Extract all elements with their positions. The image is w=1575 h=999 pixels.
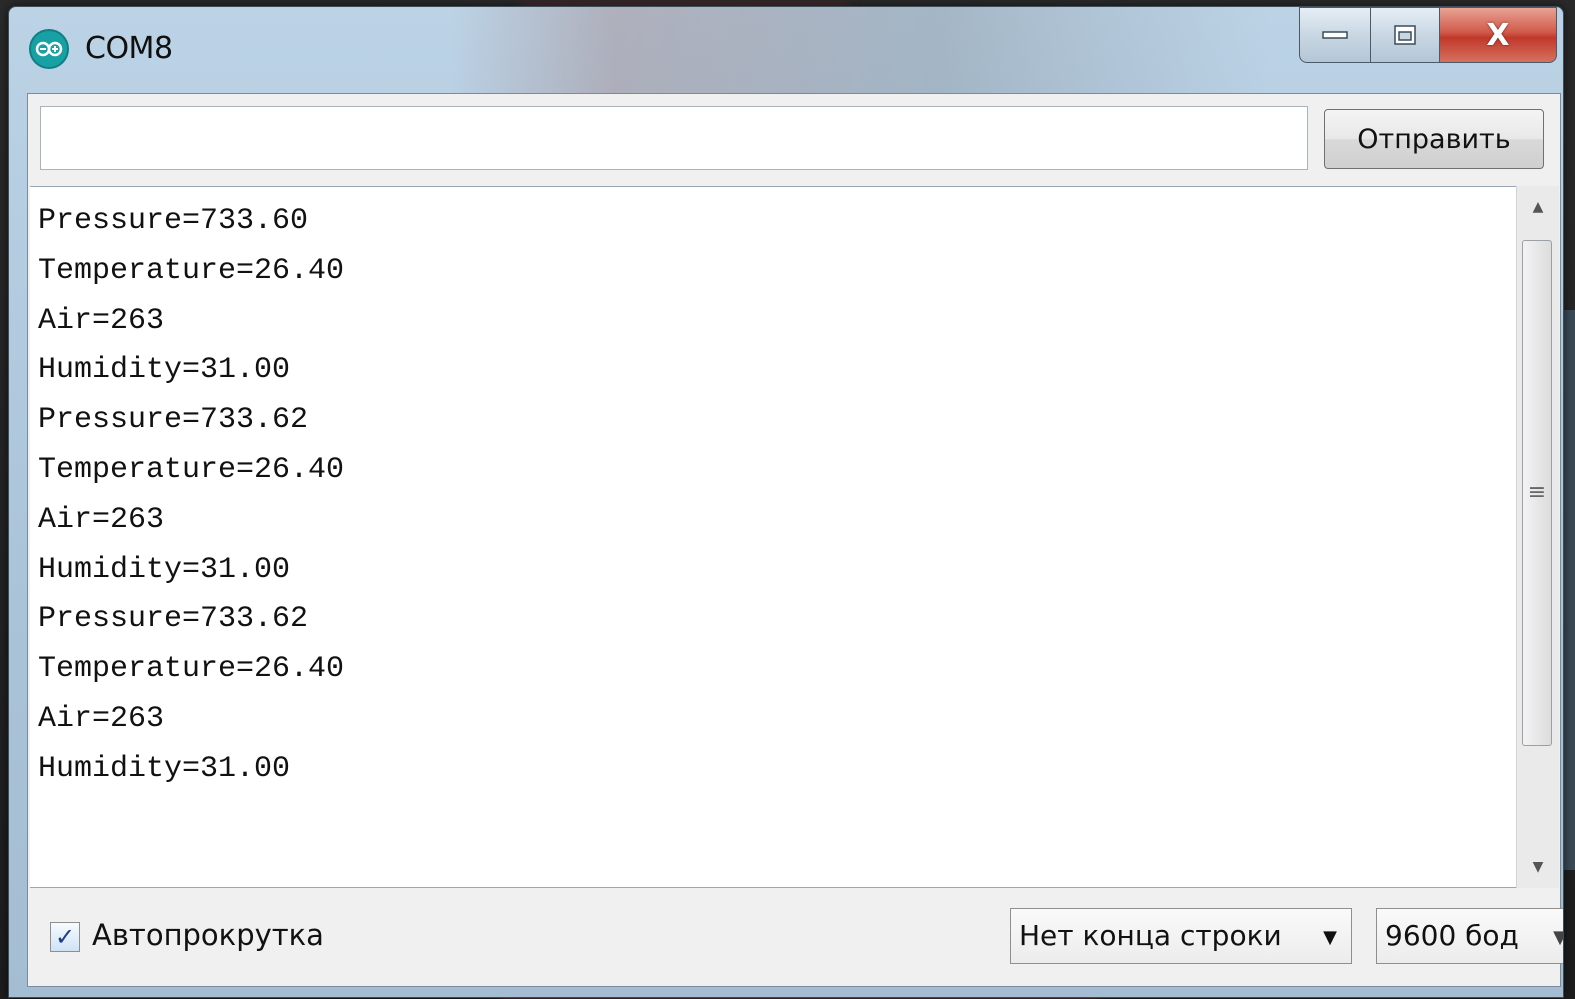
scroll-down-arrow-icon[interactable]: ▼ (1517, 846, 1559, 888)
close-icon: X (1486, 17, 1510, 53)
output-line: Pressure=733.60 (38, 204, 309, 238)
serial-monitor-window: COM8 X Отправить Pressure=733.60 Tempera… (8, 6, 1564, 998)
serial-monitor-footer: ✓ Автопрокрутка Нет конца строки ▼ 9600 … (28, 890, 1563, 984)
output-line: Temperature=26.40 (38, 652, 345, 687)
maximize-icon (1394, 25, 1416, 45)
output-line: Humidity=31.00 (38, 552, 291, 587)
output-line: Temperature=26.40 (38, 253, 345, 288)
baud-rate-value: 9600 бод (1385, 919, 1519, 952)
desktop-background-edge (1563, 310, 1575, 870)
output-line: Humidity=31.00 (38, 751, 291, 786)
vertical-scrollbar[interactable]: ▲ ≡ ▼ (1516, 186, 1559, 888)
checkmark-icon: ✓ (54, 923, 76, 951)
line-ending-value: Нет конца строки (1019, 919, 1282, 952)
output-line: Air=263 (38, 502, 165, 537)
output-line: Humidity=31.00 (38, 353, 291, 388)
scroll-up-arrow-icon[interactable]: ▲ (1517, 186, 1559, 228)
output-line: Temperature=26.40 (38, 452, 345, 487)
scrollbar-thumb[interactable]: ≡ (1522, 240, 1552, 746)
serial-output-lines: Pressure=733.60 Temperature=26.40 Air=26… (38, 197, 344, 795)
autoscroll-label: Автопрокрутка (92, 918, 324, 952)
maximize-button[interactable] (1370, 7, 1440, 63)
output-line: Air=263 (38, 303, 165, 338)
minimize-button[interactable] (1299, 7, 1371, 63)
send-input[interactable] (40, 106, 1308, 170)
send-button[interactable]: Отправить (1324, 109, 1544, 169)
minimize-icon (1322, 31, 1348, 39)
output-line: Air=263 (38, 701, 165, 736)
chevron-down-icon: ▼ (1323, 927, 1337, 948)
output-line: Pressure=733.62 (38, 403, 309, 438)
output-line: Pressure=733.62 (38, 602, 309, 637)
chevron-down-icon: ▼ (1553, 927, 1563, 948)
serial-monitor-client: Отправить Pressure=733.60 Temperature=26… (27, 93, 1563, 987)
window-title: COM8 (85, 31, 173, 66)
line-ending-select[interactable]: Нет конца строки ▼ (1010, 908, 1352, 964)
autoscroll-checkbox[interactable]: ✓ (50, 922, 80, 952)
serial-output-area[interactable]: Pressure=733.60 Temperature=26.40 Air=26… (30, 186, 1516, 888)
close-button[interactable]: X (1439, 7, 1557, 63)
grip-icon: ≡ (1527, 480, 1547, 505)
baud-rate-select[interactable]: 9600 бод ▼ (1376, 908, 1563, 964)
arduino-infinity-icon (29, 29, 69, 69)
titlebar-glass (449, 7, 1269, 95)
